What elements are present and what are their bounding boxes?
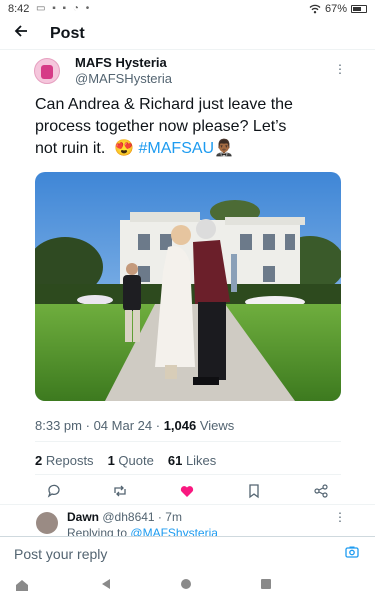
post-stats: 2 Reposts 1 Quote 61 Likes	[35, 453, 216, 468]
reply-input[interactable]: Post your reply	[14, 546, 107, 562]
views-label[interactable]: Views	[200, 418, 234, 433]
repost-icon[interactable]	[112, 483, 128, 499]
post-text-line3: not ruin it. 😍 #MAFSAU🤵🏾‍♂️	[35, 138, 335, 160]
system-nav-bar	[0, 570, 375, 600]
post-image[interactable]	[35, 172, 341, 401]
divider	[35, 441, 341, 442]
more-icon[interactable]: ⋮	[334, 62, 346, 76]
nav-back-icon[interactable]	[100, 578, 112, 590]
reply-avatar[interactable]	[36, 512, 58, 534]
status-time: 8:42	[8, 3, 30, 15]
reply-header: Dawn @dh8641 · 7m	[67, 510, 182, 524]
post-text-line2: process together now please? Let’s	[35, 118, 287, 135]
emoji-person: 🤵🏾‍♂️	[214, 140, 235, 157]
likes-stat[interactable]: 61 Likes	[168, 453, 216, 468]
reply-icon[interactable]	[46, 483, 62, 499]
home-app-icon[interactable]	[14, 578, 30, 592]
author-avatar[interactable]	[34, 58, 60, 84]
share-icon[interactable]	[313, 483, 329, 499]
bookmark-icon[interactable]	[246, 483, 262, 499]
likes-count: 61	[167, 453, 183, 468]
status-right: 67%	[309, 3, 367, 15]
reply-author-name[interactable]: Dawn	[67, 510, 99, 524]
like-icon[interactable]	[179, 483, 195, 499]
wifi-icon	[309, 4, 321, 14]
reposts-count: 2	[35, 453, 43, 468]
post-text-line3-text: not ruin it.	[35, 140, 106, 157]
post-text: Can Andrea & Richard just leave the proc…	[35, 94, 335, 160]
reply-preview[interactable]: Dawn @dh8641 · 7m Replying to @MAFShyste…	[0, 506, 375, 536]
replying-to-label: Replying to	[67, 526, 128, 536]
quotes-count: 1	[107, 453, 115, 468]
nav-home-icon[interactable]	[180, 578, 192, 590]
reply-author-handle: @dh8641	[102, 510, 155, 524]
top-header: Post	[0, 18, 375, 50]
divider	[0, 504, 375, 505]
reply-separator: ·	[154, 510, 166, 524]
hashtag-link[interactable]: #MAFSAU	[139, 140, 215, 157]
post-meta: 8:33 pm · 04 Mar 24 · 1,046 Views	[35, 418, 234, 433]
meta-separator: ·	[85, 418, 94, 433]
divider	[35, 474, 341, 475]
author-name[interactable]: MAFS Hysteria	[75, 55, 167, 70]
views-count: 1,046	[163, 418, 197, 433]
back-arrow-icon[interactable]	[14, 24, 28, 43]
reposts-stat[interactable]: 2 Reposts	[35, 453, 94, 468]
reposts-label: Reposts	[45, 453, 94, 468]
replying-to-handle[interactable]: @MAFShysteria	[130, 526, 218, 536]
status-bar: 8:42 ▭ ▪ ▪ ◔ • 67%	[0, 0, 375, 18]
reply-age: 7m	[165, 510, 182, 524]
camera-icon[interactable]	[345, 545, 359, 559]
post-date: 04 Mar 24	[93, 418, 153, 433]
battery-icon	[351, 5, 367, 13]
replying-to: Replying to @MAFShysteria	[67, 526, 218, 536]
page-title: Post	[50, 25, 85, 42]
reply-composer[interactable]: Post your reply	[0, 536, 375, 570]
reply-more-icon[interactable]: ⋮	[334, 510, 346, 524]
battery-percent: 67%	[324, 3, 347, 15]
likes-label: Likes	[185, 453, 217, 468]
quotes-stat[interactable]: 1 Quote	[108, 453, 154, 468]
nav-recents-icon[interactable]	[260, 578, 272, 590]
post-time: 8:33 pm	[35, 418, 82, 433]
author-handle[interactable]: @MAFSHysteria	[75, 71, 172, 86]
emoji-heart-eyes: 😍	[114, 140, 135, 157]
quotes-label: Quote	[118, 453, 154, 468]
action-bar	[35, 480, 341, 502]
post-text-line1: Can Andrea & Richard just leave the	[35, 96, 293, 113]
notification-icons: ▭ ▪ ▪ ◔ •	[36, 3, 92, 14]
meta-separator: ·	[155, 418, 164, 433]
post-author: MAFS Hysteria @MAFSHysteria ⋮	[0, 52, 375, 92]
